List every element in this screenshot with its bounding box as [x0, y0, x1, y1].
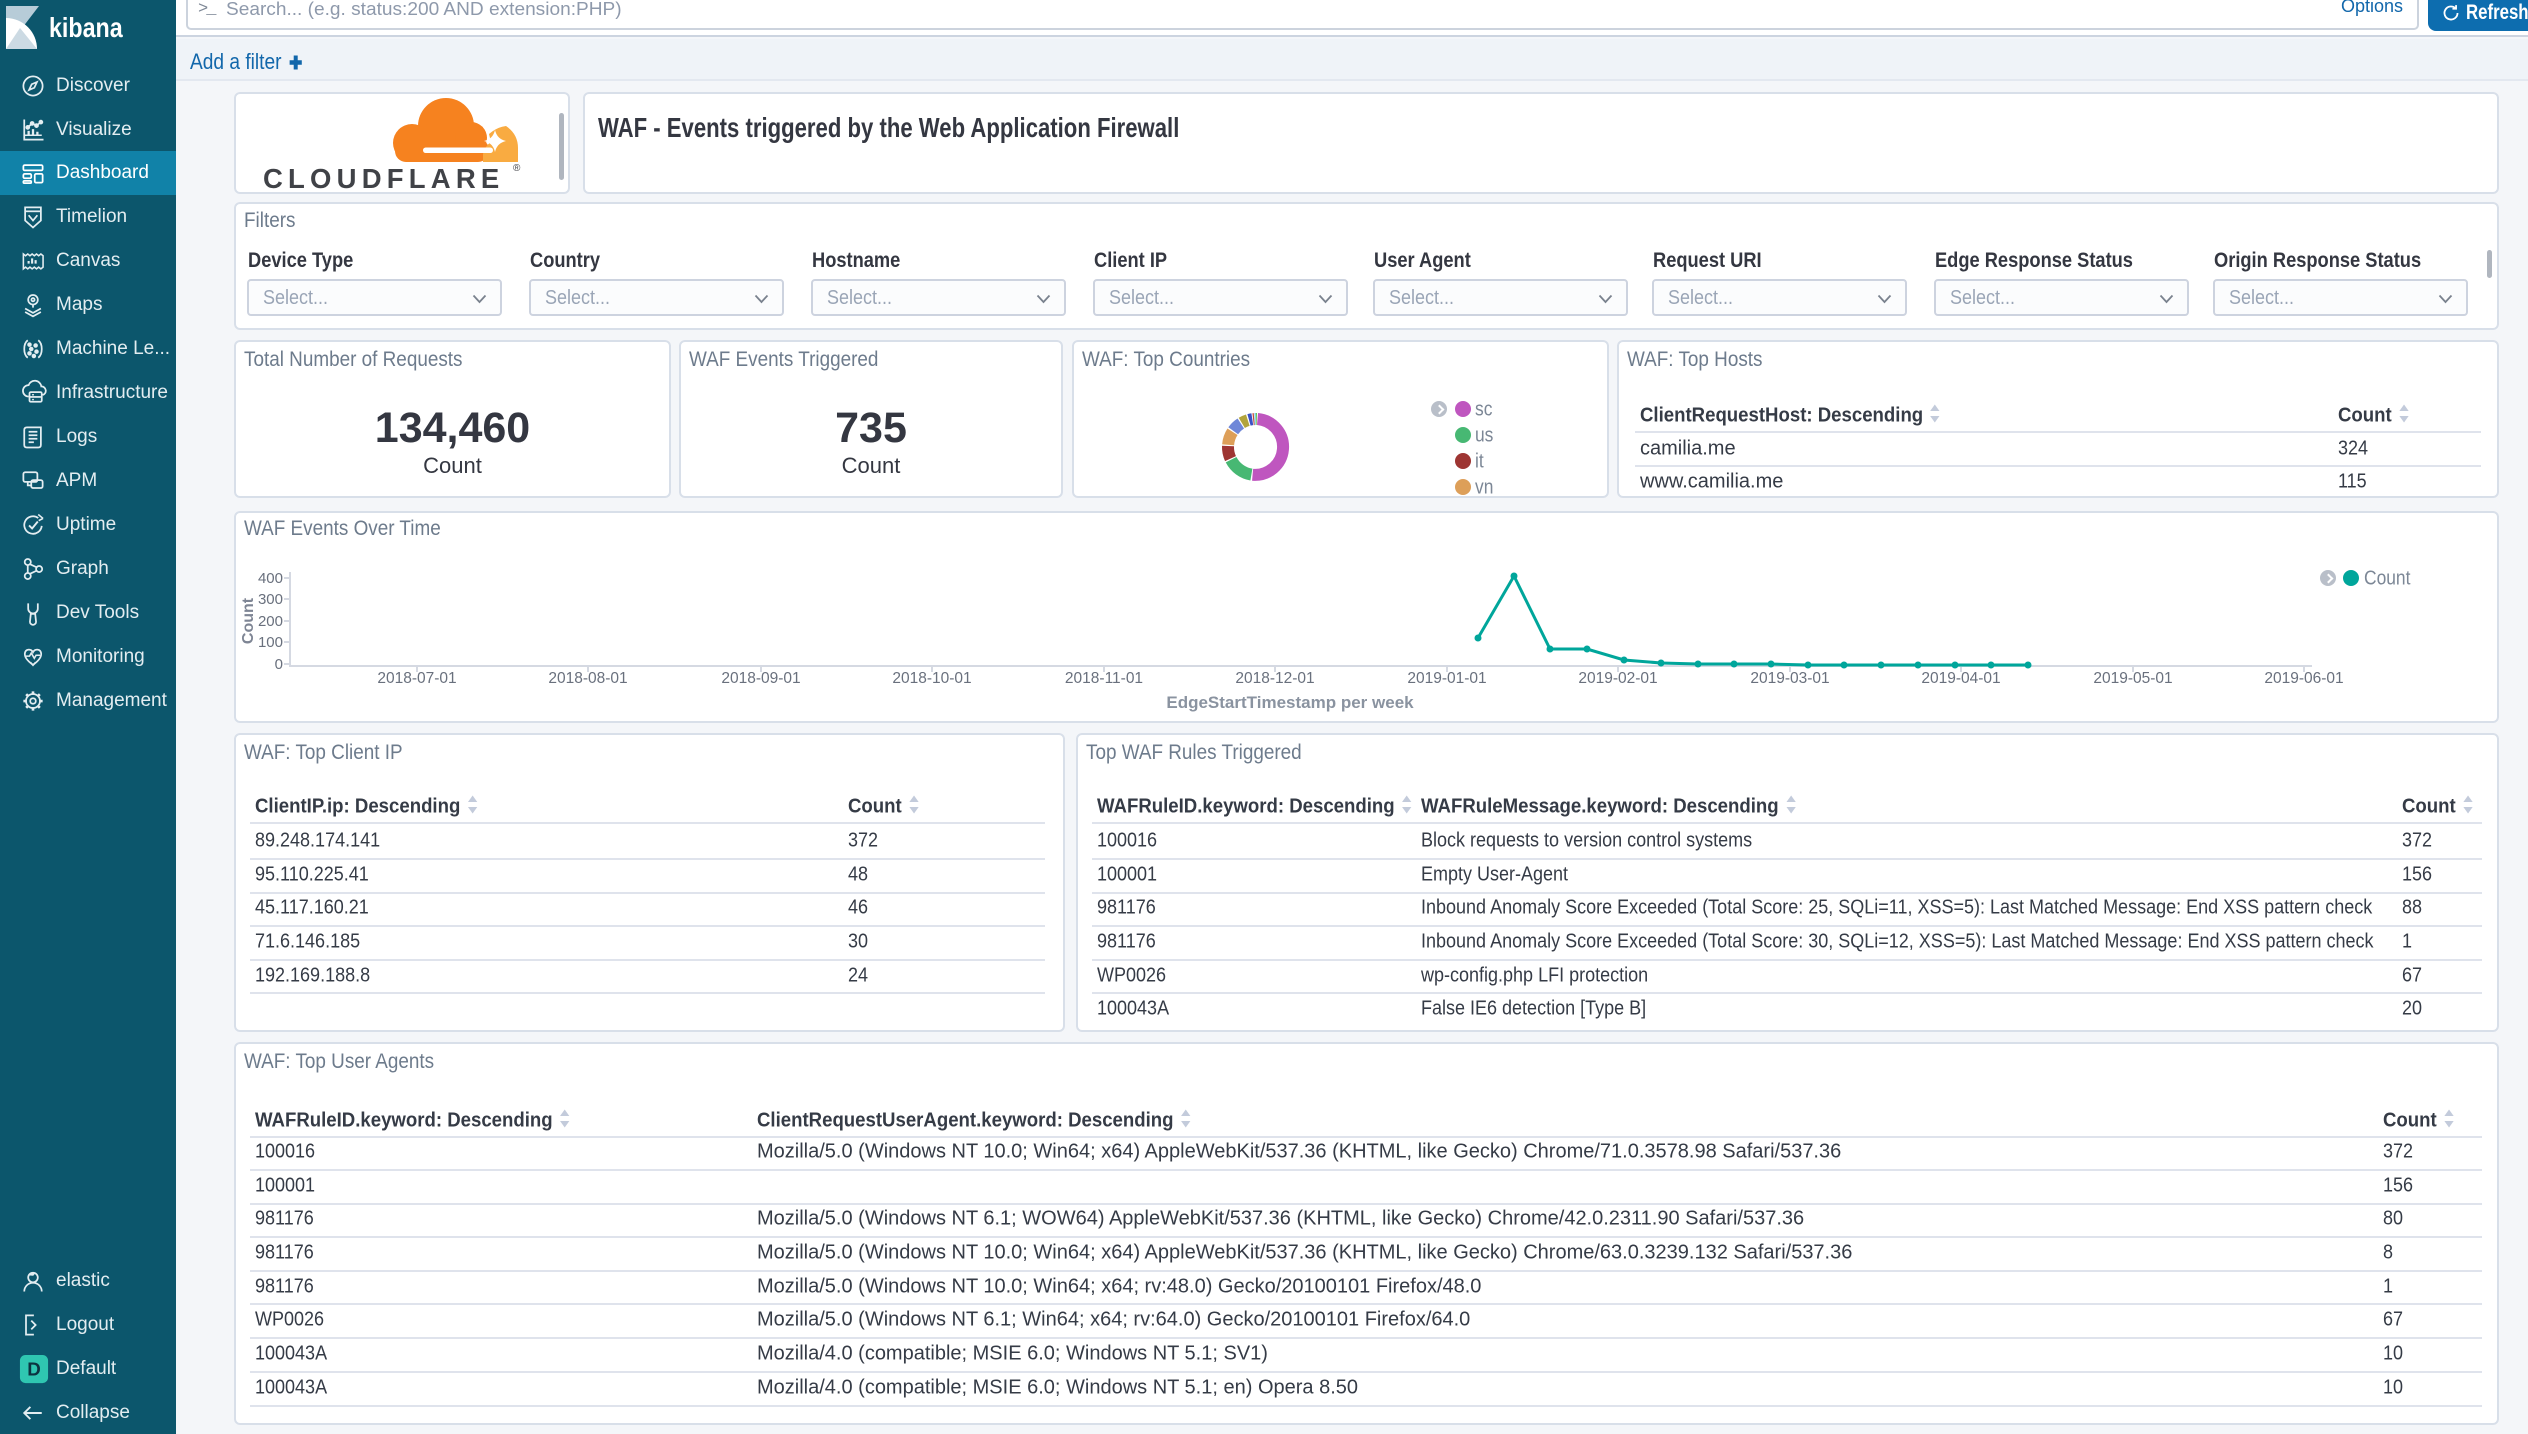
svg-text:®: ® — [513, 163, 521, 174]
svg-text:2018-10-01: 2018-10-01 — [892, 670, 971, 687]
svg-text:2019-04-01: 2019-04-01 — [1921, 670, 2000, 687]
svg-text:300: 300 — [258, 591, 283, 608]
svg-text:2019-06-01: 2019-06-01 — [2264, 670, 2343, 687]
svg-text:EdgeStartTimestamp per week: EdgeStartTimestamp per week — [1166, 693, 1414, 712]
svg-text:2018-07-01: 2018-07-01 — [377, 670, 456, 687]
svg-text:2018-12-01: 2018-12-01 — [1235, 670, 1314, 687]
svg-text:2019-02-01: 2019-02-01 — [1578, 670, 1657, 687]
svg-text:2018-08-01: 2018-08-01 — [548, 670, 627, 687]
svg-text:400: 400 — [258, 570, 283, 587]
svg-text:Count: Count — [240, 597, 257, 644]
svg-text:2019-03-01: 2019-03-01 — [1750, 670, 1829, 687]
svg-text:CLOUDFLARE: CLOUDFLARE — [263, 163, 504, 191]
svg-text:2019-01-01: 2019-01-01 — [1407, 670, 1486, 687]
svg-text:0: 0 — [275, 656, 283, 673]
svg-text:2018-09-01: 2018-09-01 — [721, 670, 800, 687]
svg-text:2018-11-01: 2018-11-01 — [1065, 670, 1143, 687]
svg-text:200: 200 — [258, 613, 283, 630]
svg-text:100: 100 — [258, 634, 283, 651]
svg-text:D: D — [27, 1359, 41, 1380]
svg-text:2019-05-01: 2019-05-01 — [2093, 670, 2172, 687]
